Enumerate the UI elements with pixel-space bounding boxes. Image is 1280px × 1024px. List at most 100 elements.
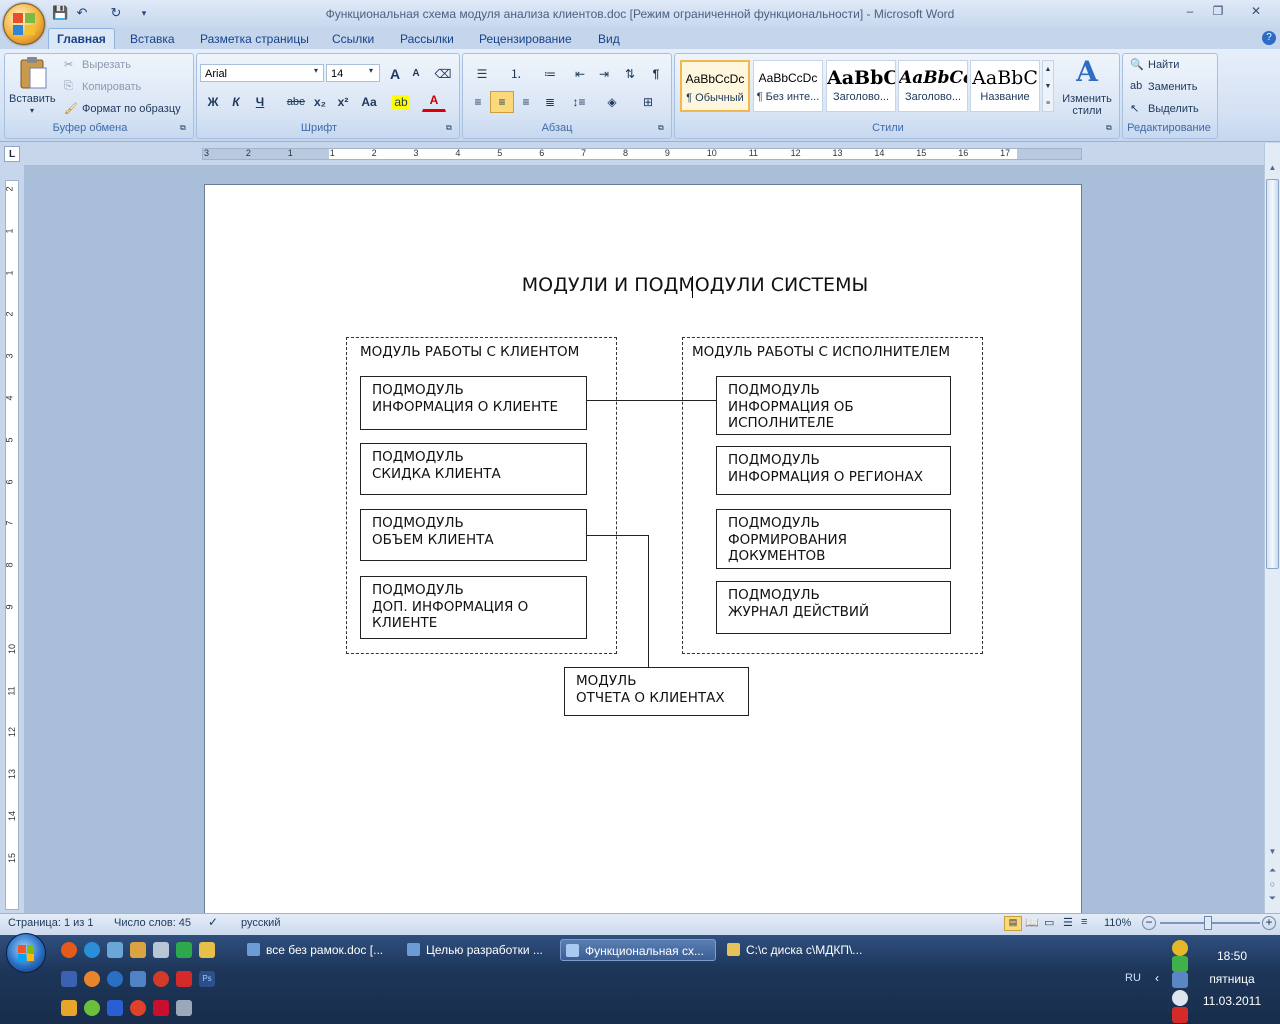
numbering-icon[interactable]: ⒈ bbox=[500, 63, 532, 85]
shading-icon[interactable]: ◈ bbox=[596, 91, 628, 113]
zoom-in-icon[interactable]: + bbox=[1262, 916, 1276, 930]
antivirus-icon[interactable] bbox=[176, 971, 192, 987]
italic-button[interactable]: К bbox=[224, 91, 248, 113]
paragraph-launcher-icon[interactable]: ⧉ bbox=[658, 123, 664, 133]
status-page-count[interactable]: Страница: 1 из 1 bbox=[8, 917, 94, 929]
ie-icon[interactable] bbox=[84, 942, 100, 958]
app-icon-1[interactable] bbox=[153, 942, 169, 958]
align-left-icon[interactable]: ≡ bbox=[466, 91, 490, 113]
shrink-font-button[interactable]: A bbox=[405, 63, 427, 85]
office-button[interactable] bbox=[3, 3, 45, 45]
style-normal[interactable]: AaBbCcDc ¶ Обычный bbox=[680, 60, 750, 112]
tray-icon-2[interactable] bbox=[1172, 956, 1188, 972]
font-color-button[interactable]: A bbox=[422, 91, 446, 112]
media-icon[interactable] bbox=[84, 971, 100, 987]
vertical-scrollbar[interactable]: ▲ ▼ ⏶ ○ ⏷ bbox=[1264, 143, 1280, 913]
minimize-button[interactable]: – bbox=[1176, 4, 1204, 20]
font-name-dropdown-icon[interactable]: ▾ bbox=[314, 66, 318, 75]
grow-font-button[interactable]: A bbox=[384, 63, 406, 85]
show-marks-button[interactable]: ¶ bbox=[644, 63, 668, 85]
tab-review[interactable]: Рецензирование bbox=[471, 31, 580, 50]
help-icon[interactable]: ? bbox=[1262, 31, 1276, 45]
style-no-spacing[interactable]: AaBbCcDc ¶ Без инте... bbox=[753, 60, 823, 112]
select-button[interactable]: Выделить bbox=[1148, 103, 1199, 115]
full-screen-view-icon[interactable]: 📖 bbox=[1025, 916, 1039, 929]
next-page-icon[interactable]: ⏷ bbox=[1265, 893, 1280, 907]
status-word-count[interactable]: Число слов: 45 bbox=[114, 917, 191, 929]
clear-formatting-icon[interactable]: ⌫ bbox=[430, 63, 456, 85]
app-icon-3[interactable] bbox=[107, 971, 123, 987]
clock-time[interactable]: 18:50 bbox=[1196, 949, 1268, 963]
scroll-thumb[interactable] bbox=[1266, 179, 1279, 569]
replace-button[interactable]: Заменить bbox=[1148, 81, 1197, 93]
scroll-down-icon[interactable]: ▼ bbox=[1265, 847, 1280, 861]
firefox-icon[interactable] bbox=[61, 942, 77, 958]
strikethrough-button[interactable]: abe bbox=[283, 91, 309, 113]
app-icon-8[interactable] bbox=[176, 1000, 192, 1016]
superscript-button[interactable]: x² bbox=[331, 91, 355, 113]
tray-icon-1[interactable] bbox=[1172, 940, 1188, 956]
app-icon-2[interactable] bbox=[199, 942, 215, 958]
scroll-up-icon[interactable]: ▲ bbox=[1265, 163, 1280, 177]
prev-page-icon[interactable]: ⏶ bbox=[1265, 865, 1280, 879]
app-icon-6[interactable] bbox=[84, 1000, 100, 1016]
tab-references[interactable]: Ссылки bbox=[324, 31, 382, 50]
font-size-dropdown-icon[interactable]: ▾ bbox=[369, 66, 373, 75]
tab-page-layout[interactable]: Разметка страницы bbox=[192, 31, 317, 50]
vertical-ruler[interactable] bbox=[5, 180, 19, 910]
tab-view[interactable]: Вид bbox=[590, 31, 628, 50]
multilevel-list-icon[interactable]: ≔ bbox=[534, 63, 566, 85]
taskbar-item[interactable]: C:\с диска с\МДКП\... bbox=[722, 939, 872, 961]
style-heading-2[interactable]: AaBbCc Заголово... bbox=[898, 60, 968, 112]
styles-launcher-icon[interactable]: ⧉ bbox=[1106, 123, 1112, 133]
acrobat-icon[interactable] bbox=[153, 1000, 169, 1016]
start-button[interactable] bbox=[6, 933, 46, 973]
bullets-icon[interactable]: ☰ bbox=[466, 63, 498, 85]
maximize-button[interactable]: ❐ bbox=[1204, 4, 1232, 20]
draft-view-icon[interactable]: ≡ bbox=[1081, 916, 1087, 928]
style-title[interactable]: AaBbC Название bbox=[970, 60, 1040, 112]
paste-button[interactable]: Вставить bbox=[9, 93, 56, 105]
zoom-slider-thumb[interactable] bbox=[1204, 916, 1212, 930]
line-spacing-icon[interactable]: ↕≡ bbox=[564, 91, 594, 113]
show-desktop-icon[interactable] bbox=[107, 942, 123, 958]
cut-button[interactable]: Вырезать bbox=[82, 59, 131, 71]
outline-view-icon[interactable]: ☰ bbox=[1063, 916, 1073, 929]
font-name-field[interactable]: Arial bbox=[200, 64, 324, 82]
increase-indent-icon[interactable]: ⇥ bbox=[592, 63, 616, 85]
proofing-icon[interactable]: ✓ bbox=[208, 915, 218, 929]
taskbar-item-active[interactable]: Функциональная сх... bbox=[560, 939, 716, 961]
copy-button[interactable]: Копировать bbox=[82, 81, 141, 93]
photoshop-icon[interactable]: Ps bbox=[199, 971, 215, 987]
font-launcher-icon[interactable]: ⧉ bbox=[446, 123, 452, 133]
highlight-icon[interactable]: ab bbox=[389, 91, 413, 113]
clock-date[interactable]: 11.03.2011 bbox=[1196, 994, 1268, 1008]
align-right-icon[interactable]: ≡ bbox=[514, 91, 538, 113]
taskbar-item[interactable]: все без рамок.doc [... bbox=[242, 939, 392, 961]
chrome-icon[interactable] bbox=[130, 1000, 146, 1016]
borders-icon[interactable]: ⊞ bbox=[632, 91, 664, 113]
zoom-out-icon[interactable]: − bbox=[1142, 916, 1156, 930]
tab-home[interactable]: Главная bbox=[48, 28, 115, 51]
align-center-icon[interactable]: ≡ bbox=[490, 91, 514, 113]
web-layout-view-icon[interactable]: ▭ bbox=[1044, 916, 1054, 929]
opera-icon[interactable] bbox=[153, 971, 169, 987]
tray-antivirus-icon[interactable] bbox=[1172, 1007, 1188, 1023]
browse-object-icon[interactable]: ○ bbox=[1265, 879, 1280, 893]
app-icon-7[interactable] bbox=[107, 1000, 123, 1016]
clipboard-launcher-icon[interactable]: ⧉ bbox=[180, 123, 186, 133]
underline-button[interactable]: Ч bbox=[248, 91, 272, 113]
justify-icon[interactable]: ≣ bbox=[538, 91, 562, 113]
volume-icon[interactable] bbox=[1172, 990, 1188, 1006]
styles-scroll-icon[interactable]: ▲ ▼ ≡ bbox=[1042, 60, 1054, 112]
style-heading-1[interactable]: AaBbC Заголово... bbox=[826, 60, 896, 112]
sort-icon[interactable]: ⇅ bbox=[618, 63, 642, 85]
network-icon[interactable] bbox=[1172, 972, 1188, 988]
print-layout-view-icon[interactable]: ▤ bbox=[1004, 916, 1022, 931]
bold-button[interactable]: Ж bbox=[201, 91, 225, 113]
explorer-icon[interactable] bbox=[130, 942, 146, 958]
word-quick-icon[interactable] bbox=[61, 971, 77, 987]
decrease-indent-icon[interactable]: ⇤ bbox=[568, 63, 592, 85]
paste-icon[interactable] bbox=[18, 56, 48, 90]
tab-insert[interactable]: Вставка bbox=[122, 31, 183, 50]
